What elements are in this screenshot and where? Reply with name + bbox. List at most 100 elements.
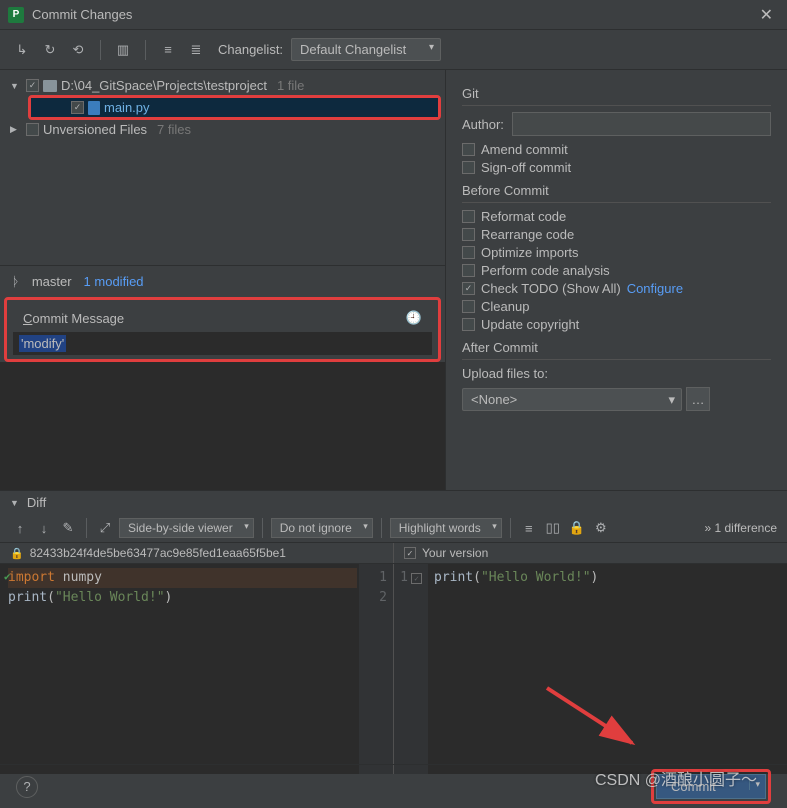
checkbox[interactable] (462, 318, 475, 331)
highlight-mode-dropdown[interactable]: Highlight words (390, 518, 502, 538)
tree-file-row[interactable]: main.py (31, 98, 438, 117)
refresh-icon[interactable]: ↻ (40, 40, 60, 60)
changes-panel: ▼ D:\04_GitSpace\Projects\testproject 1 … (0, 70, 445, 490)
diff-section: ▼ Diff ↑ ↓ ✎ ⤢ Side-by-side viewer Do no… (0, 490, 787, 774)
checkbox[interactable] (462, 161, 475, 174)
git-section-title: Git (462, 86, 771, 106)
amend-icon[interactable]: ↳ (12, 40, 32, 60)
annotation-highlight: Commit Message 🕘 'modify' (4, 297, 441, 362)
right-rev-label: Your version (422, 546, 488, 560)
lock-icon[interactable]: 🔒 (567, 518, 587, 538)
next-diff-icon[interactable]: ↓ (34, 518, 54, 538)
help-button[interactable]: ? (16, 776, 38, 798)
right-revision: ✓ Your version (394, 543, 787, 563)
commit-message-label: Commit Message (23, 311, 124, 326)
commit-message-header: Commit Message 🕘 (13, 304, 432, 332)
ignore-mode-dropdown[interactable]: Do not ignore (271, 518, 373, 538)
commit-message-text: 'modify' (19, 335, 66, 352)
amend-option[interactable]: Amend commit (462, 142, 771, 157)
tree-root-row[interactable]: ▼ D:\04_GitSpace\Projects\testproject 1 … (0, 76, 445, 95)
checkbox[interactable] (462, 228, 475, 241)
close-icon[interactable]: ✕ (754, 5, 779, 25)
viewer-mode-dropdown[interactable]: Side-by-side viewer (119, 518, 254, 538)
diff-code-panels: ✔ import numpy print("Hello World!") 1 2… (0, 564, 787, 774)
collapse-unchanged-icon[interactable]: ≡ (519, 518, 539, 538)
separator (100, 40, 101, 60)
author-label: Author: (462, 117, 504, 132)
sync-scroll-icon[interactable]: ▯▯ (543, 518, 563, 538)
prev-diff-icon[interactable]: ↑ (10, 518, 30, 538)
window-title: Commit Changes (32, 7, 754, 22)
configure-link[interactable]: Configure (627, 281, 683, 296)
right-gutter: 1✓ (394, 564, 428, 774)
chevron-down-icon[interactable]: ▼ (10, 498, 19, 508)
left-rev-hash: 82433b24f4de5be63477ac9e85fed1eaa65f5be1 (30, 546, 286, 560)
tree-root-count: 1 file (277, 78, 304, 93)
collapse-icon[interactable]: ≣ (186, 40, 206, 60)
modified-link[interactable]: 1 modified (84, 274, 144, 289)
valid-tick-icon: ✔ (4, 570, 11, 583)
changelist-label: Changelist: (218, 42, 283, 57)
commit-message-input[interactable]: 'modify' (13, 332, 432, 355)
checkbox[interactable] (462, 264, 475, 277)
checkbox[interactable] (71, 101, 84, 114)
python-file-icon (88, 101, 100, 115)
diff-title: Diff (27, 495, 46, 510)
left-revision: 🔒 82433b24f4de5be63477ac9e85fed1eaa65f5b… (0, 543, 394, 563)
author-input[interactable] (512, 112, 771, 136)
separator (262, 518, 263, 538)
title-bar: P Commit Changes ✕ (0, 0, 787, 30)
branch-name: master (32, 274, 72, 289)
checkbox[interactable]: ✓ (404, 547, 416, 559)
annotation-highlight: Commit (651, 769, 771, 804)
checkbox[interactable] (462, 246, 475, 259)
rearrange-option[interactable]: Rearrange code (462, 227, 771, 242)
app-icon: P (8, 7, 24, 23)
annotation-highlight: main.py (28, 95, 441, 120)
upload-label: Upload files to: (462, 366, 548, 381)
checkbox[interactable] (26, 123, 39, 136)
unversioned-label: Unversioned Files (43, 122, 147, 137)
sync-icon[interactable]: ⤢ (95, 518, 115, 538)
tree-unversioned-row[interactable]: ▶ Unversioned Files 7 files (0, 120, 445, 139)
edit-icon[interactable]: ✎ (58, 518, 78, 538)
expand-icon[interactable]: ≡ (158, 40, 178, 60)
before-commit-title: Before Commit (462, 183, 771, 203)
vcs-status: ᚦ master 1 modified (0, 265, 445, 297)
browse-button[interactable]: … (686, 387, 710, 411)
folder-icon (43, 80, 57, 92)
checkbox[interactable] (462, 143, 475, 156)
diff-toolbar: ↑ ↓ ✎ ⤢ Side-by-side viewer Do not ignor… (0, 514, 787, 543)
unversioned-count: 7 files (157, 122, 191, 137)
todo-option[interactable]: Check TODO (Show All) Configure (462, 281, 771, 296)
checkbox[interactable] (26, 79, 39, 92)
chevron-down-icon[interactable]: ▼ (10, 81, 22, 91)
dialog-footer: ? Commit (0, 764, 787, 808)
analysis-option[interactable]: Perform code analysis (462, 263, 771, 278)
branch-icon: ᚦ (12, 274, 20, 289)
changelist-dropdown[interactable]: Default Changelist (291, 38, 441, 61)
options-panel: Git Author: Amend commit Sign-off commit… (445, 70, 787, 490)
chevron-right-icon[interactable]: ▶ (10, 124, 22, 135)
checkbox[interactable] (462, 210, 475, 223)
right-code-panel[interactable]: 1✓ print("Hello World!") (394, 564, 787, 774)
group-icon[interactable]: ▥ (113, 40, 133, 60)
checkbox[interactable] (462, 300, 475, 313)
left-code-panel[interactable]: ✔ import numpy print("Hello World!") 1 2 (0, 564, 394, 774)
tree-file-name: main.py (104, 100, 150, 115)
copyright-option[interactable]: Update copyright (462, 317, 771, 332)
revert-icon[interactable]: ⟲ (68, 40, 88, 60)
commit-button[interactable]: Commit (656, 774, 766, 799)
commit-message-extra[interactable] (0, 362, 445, 490)
optimize-option[interactable]: Optimize imports (462, 245, 771, 260)
signoff-option[interactable]: Sign-off commit (462, 160, 771, 175)
checkbox[interactable] (462, 282, 475, 295)
cleanup-option[interactable]: Cleanup (462, 299, 771, 314)
gear-icon[interactable]: ⚙ (591, 518, 611, 538)
after-commit-title: After Commit (462, 340, 771, 360)
separator (381, 518, 382, 538)
history-icon[interactable]: 🕘 (406, 310, 422, 326)
upload-dropdown[interactable]: <None> (462, 388, 682, 411)
commit-toolbar: ↳ ↻ ⟲ ▥ ≡ ≣ Changelist: Default Changeli… (0, 30, 787, 70)
reformat-option[interactable]: Reformat code (462, 209, 771, 224)
